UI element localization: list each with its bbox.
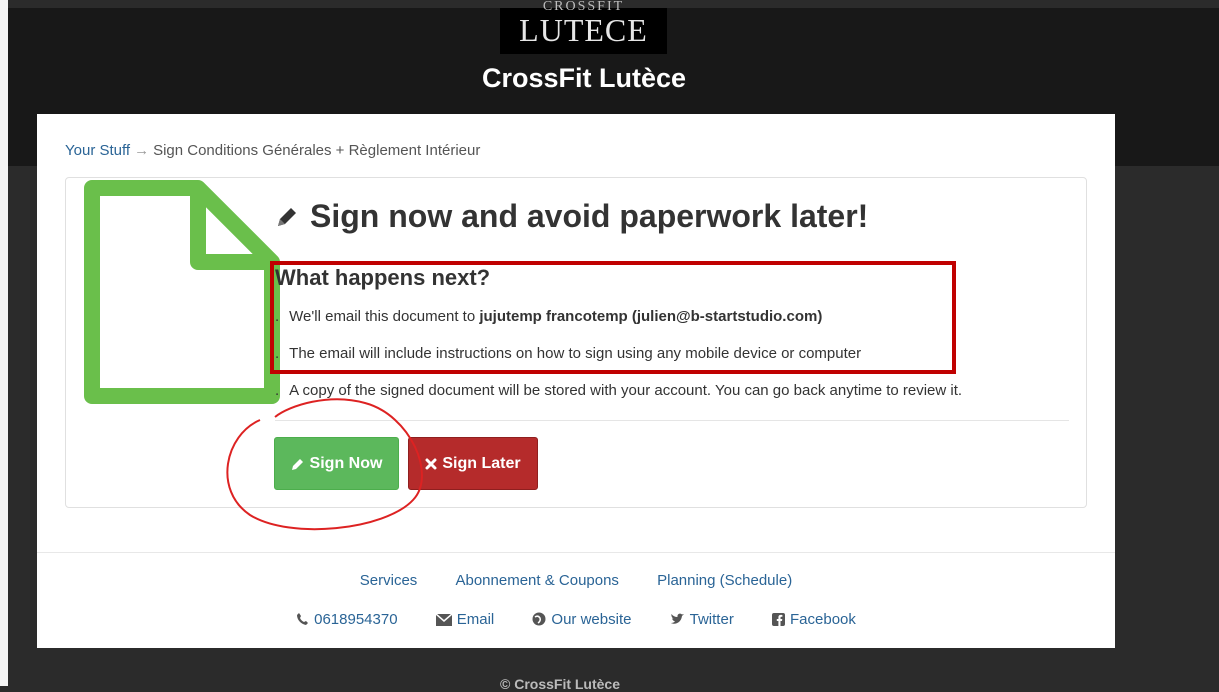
footer-email-link[interactable]: Email	[435, 611, 495, 628]
logo-main-word: LUTECE	[519, 12, 648, 48]
signed-copy-text: A copy of the signed document will be st…	[289, 382, 963, 399]
globe-icon	[532, 612, 546, 626]
card-heading-text: Sign now and avoid paperwork later!	[310, 198, 869, 234]
sign-now-button[interactable]: Sign Now	[274, 437, 399, 490]
recipient-name: jujutemp francotemp (julien@b-startstudi…	[479, 308, 823, 325]
card-heading: Sign now and avoid paperwork later!	[274, 198, 868, 235]
footer-facebook-label: Facebook	[790, 611, 856, 628]
site-logo[interactable]: CROSSFIT LUTECE	[500, 0, 667, 54]
list-bullet: .	[275, 382, 280, 399]
footer-twitter-label: Twitter	[689, 611, 734, 628]
footer-link-abonnement[interactable]: Abonnement & Coupons	[455, 572, 618, 589]
pencil-icon	[291, 458, 303, 470]
facebook-icon	[772, 613, 785, 626]
sign-card: Sign now and avoid paperwork later! What…	[65, 177, 1087, 508]
sign-later-button[interactable]: Sign Later	[408, 437, 538, 490]
footer-website-link[interactable]: Our website	[532, 611, 631, 628]
phone-icon	[297, 613, 309, 625]
background-window-edge	[0, 0, 8, 686]
sign-later-label: Sign Later	[442, 454, 521, 472]
list-item: . The email will include instructions on …	[275, 345, 861, 362]
list-item: . A copy of the signed document will be s…	[275, 382, 962, 399]
footer-facebook-link[interactable]: Facebook	[772, 611, 856, 628]
footer-links: Services Abonnement & Coupons Planning (…	[37, 572, 1115, 589]
twitter-icon	[670, 613, 684, 624]
breadcrumb-your-stuff-link[interactable]: Your Stuff	[65, 142, 130, 159]
footer-website-label: Our website	[551, 611, 632, 628]
envelope-icon	[435, 613, 453, 626]
footer-phone-label: 0618954370	[314, 611, 398, 628]
footer-contacts: 0618954370 Email Our website Twitter Fac…	[37, 611, 1115, 628]
pencil-icon	[278, 207, 296, 226]
list-item: . We'll email this document to jujutemp f…	[275, 308, 822, 325]
breadcrumb: Your Stuff → Sign Conditions Générales + R…	[65, 142, 480, 159]
site-footer: Services Abonnement & Coupons Planning (…	[37, 552, 1115, 648]
breadcrumb-arrow: →	[134, 142, 150, 159]
footer-phone-link[interactable]: 0618954370	[296, 611, 398, 628]
what-happens-next-heading: What happens next?	[275, 265, 491, 290]
footer-link-services[interactable]: Services	[360, 572, 418, 589]
footer-link-planning[interactable]: Planning (Schedule)	[657, 572, 792, 589]
breadcrumb-current: Sign Conditions Générales + Règlement In…	[153, 142, 481, 159]
sign-now-label: Sign Now	[309, 454, 383, 472]
footer-email-label: Email	[456, 611, 495, 628]
list-bullet: .	[275, 308, 280, 325]
copyright-text: © CrossFit Lutèce	[500, 676, 621, 692]
site-title: CrossFit Lutèce	[481, 63, 687, 93]
email-document-text: We'll email this document to	[289, 308, 480, 325]
list-bullet: .	[275, 345, 280, 362]
times-icon	[425, 458, 437, 469]
footer-twitter-link[interactable]: Twitter	[670, 611, 734, 628]
instructions-text: The email will include instructions on h…	[289, 345, 862, 362]
divider	[275, 420, 1069, 421]
document-icon	[84, 180, 280, 404]
